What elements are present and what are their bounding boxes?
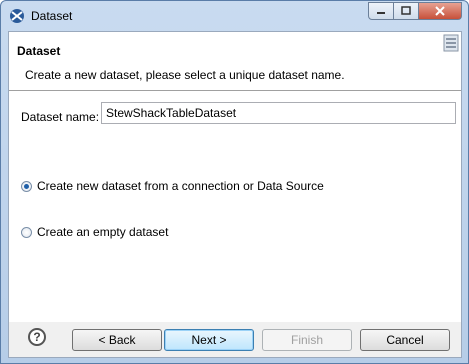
- caption-buttons: [368, 2, 462, 22]
- banner-description: Create a new dataset, please select a un…: [25, 68, 345, 82]
- option-from-connection[interactable]: Create new dataset from a connection or …: [21, 179, 324, 193]
- radio-from-connection[interactable]: [21, 180, 32, 192]
- option-empty-dataset[interactable]: Create an empty dataset: [21, 225, 168, 239]
- title-bar[interactable]: Dataset: [1, 1, 468, 31]
- dataset-name-label: Dataset name:: [21, 110, 100, 124]
- banner-title: Dataset: [17, 44, 61, 58]
- maximize-button[interactable]: [394, 2, 419, 20]
- dataset-name-input[interactable]: [101, 102, 456, 124]
- option-empty-dataset-label: Create an empty dataset: [37, 225, 169, 239]
- maximize-icon: [401, 6, 411, 15]
- finish-button[interactable]: Finish: [262, 329, 352, 351]
- dialog-client-area: Dataset Create a new dataset, please sel…: [8, 31, 462, 358]
- help-icon[interactable]: ?: [28, 328, 46, 346]
- wizard-banner: Dataset Create a new dataset, please sel…: [9, 32, 461, 91]
- help-glyph: ?: [33, 330, 41, 344]
- close-button[interactable]: [419, 2, 462, 20]
- next-button[interactable]: Next >: [164, 329, 254, 351]
- eclipse-app-icon: [9, 8, 25, 24]
- button-bar: ? < Back Next > Finish Cancel: [9, 322, 461, 357]
- minimize-icon: [377, 12, 385, 14]
- close-icon: [435, 6, 445, 16]
- option-from-connection-label: Create new dataset from a connection or …: [37, 179, 324, 193]
- wizard-body: Dataset name: Create new dataset from a …: [9, 91, 461, 323]
- cancel-button[interactable]: Cancel: [360, 329, 450, 351]
- radio-empty-dataset[interactable]: [21, 226, 32, 238]
- wizard-banner-icon: [443, 34, 459, 52]
- back-button[interactable]: < Back: [72, 329, 162, 351]
- minimize-button[interactable]: [368, 2, 394, 20]
- dataset-dialog-window: Dataset Dataset Create a new dataset, pl…: [0, 0, 469, 364]
- window-title: Dataset: [31, 9, 73, 23]
